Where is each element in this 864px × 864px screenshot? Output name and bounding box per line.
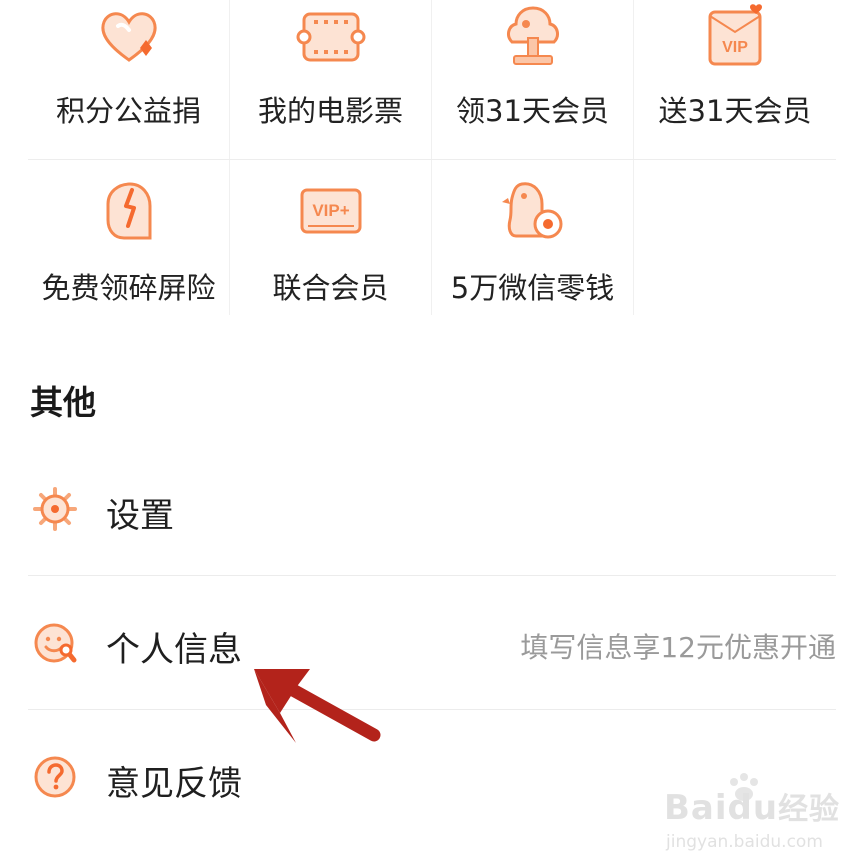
services-grid: 积分公益捐 我的电影票 领31天会员 VIP 送31天会员 免费领碎屏险 VIP… [28,0,836,315]
baidu-jingyan-watermark: Baidu经验 jingyan.baidu.com [652,770,852,860]
settings-label: 设置 [106,496,174,536]
svg-text:VIP: VIP [722,39,748,56]
screen-insurance-icon [106,182,151,240]
watermark-url: jingyan.baidu.com [666,832,823,852]
service-label: 我的电影票 [257,94,403,128]
service-joint-membership[interactable]: VIP+ 联合会员 [230,160,432,315]
feedback-label: 意见反馈 [106,764,242,804]
service-movie-tickets[interactable]: 我的电影票 [230,0,432,159]
penguin-coin-icon [501,182,562,239]
svg-text:VIP+: VIP+ [312,201,349,220]
service-label: 积分公益捐 [55,94,201,128]
movie-ticket-icon [296,12,365,62]
service-label: 联合会员 [272,271,389,305]
tree-gift-icon [506,6,559,65]
vip-plus-icon: VIP+ [300,188,361,234]
section-title-other: 其他 [30,383,96,422]
personal-info-hint: 填写信息享12元优惠开通 [520,631,836,664]
question-icon [34,756,76,798]
smile-wrench-icon [34,623,77,663]
gear-icon [33,487,77,531]
service-label: 送31天会员 [658,94,812,128]
service-label: 5万微信零钱 [450,271,615,305]
settings-row[interactable]: 设置 [28,442,836,576]
service-charity-points[interactable]: 积分公益捐 [28,0,230,159]
service-label: 领31天会员 [456,94,609,128]
vip-envelope-icon: VIP [708,4,762,66]
personal-info-row[interactable]: 个人信息 填写信息享12元优惠开通 [28,576,836,710]
services-row-1: 积分公益捐 我的电影票 领31天会员 VIP 送31天会员 [28,0,836,160]
services-row-2: 免费领碎屏险 VIP+ 联合会员 5万微信零钱 [28,160,836,315]
service-gift-31-day-vip[interactable]: VIP 送31天会员 [634,0,836,159]
service-claim-31-day-vip[interactable]: 领31天会员 [432,0,634,159]
heart-charity-icon [100,12,157,62]
annotation-arrow-icon [254,669,381,743]
service-free-screen-insurance[interactable]: 免费领碎屏险 [28,160,230,315]
service-50k-wechat-cash[interactable]: 5万微信零钱 [432,160,634,315]
personal-info-label: 个人信息 [106,630,242,670]
service-label: 免费领碎屏险 [41,271,216,305]
empty-cell [634,160,836,315]
watermark-brand: Baidu经验 [664,788,841,828]
